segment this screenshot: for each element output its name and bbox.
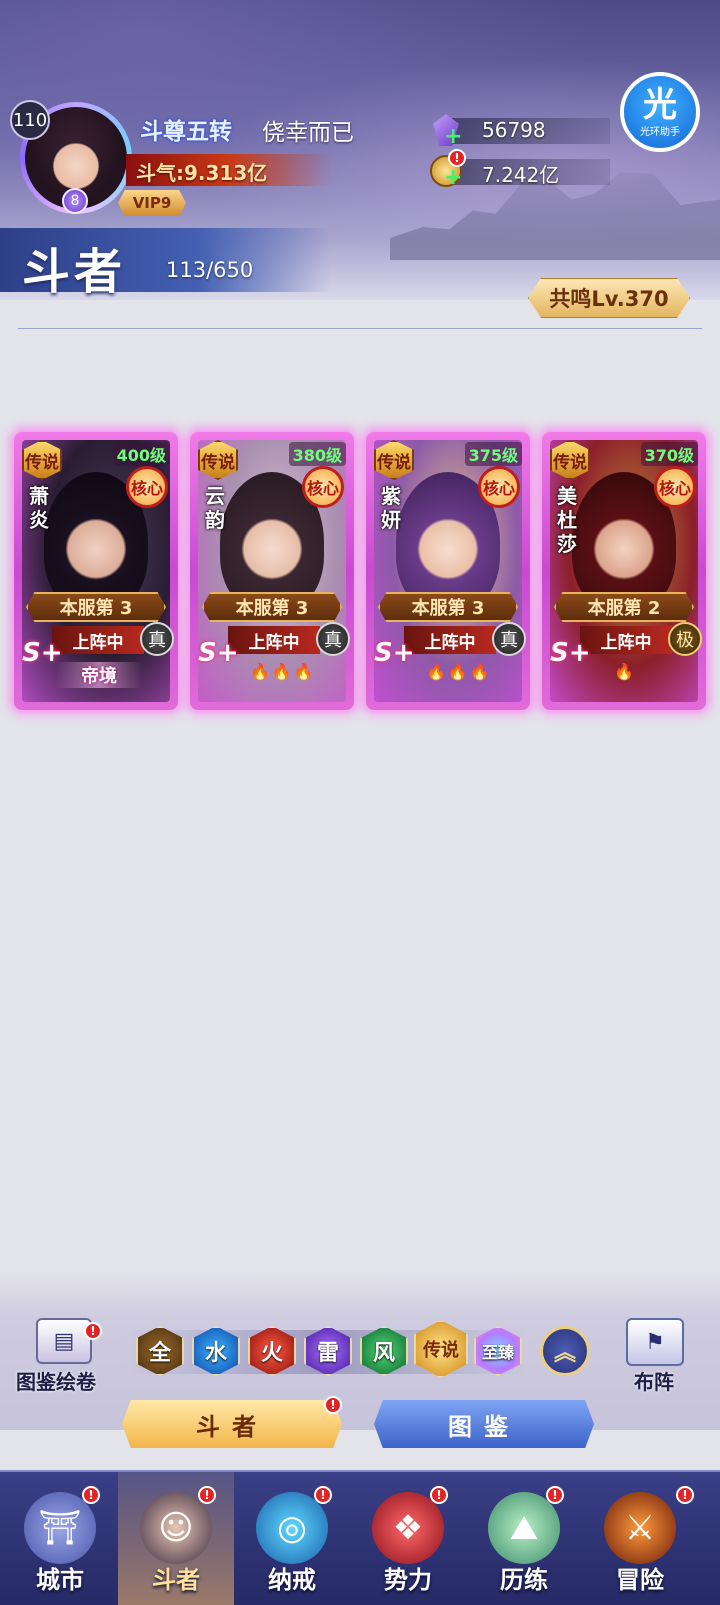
tier-label: S+ xyxy=(198,638,239,668)
formation-button[interactable]: ⚑ xyxy=(626,1318,684,1366)
crystal-resource[interactable]: + 56798 xyxy=(430,114,610,148)
core-badge: 核心 xyxy=(126,466,168,508)
fighter-level: 380级 xyxy=(288,442,346,466)
codex-scroll-label: 图鉴绘卷 xyxy=(16,1370,96,1394)
flag-icon: ⚑ xyxy=(645,1329,665,1355)
city-icon: ⛩ xyxy=(24,1492,96,1564)
page-title: 斗者 xyxy=(22,244,127,300)
fighter-name: 美杜莎 xyxy=(557,484,577,556)
grade-badge: 真 xyxy=(316,622,350,656)
alert-dot: ! xyxy=(430,1486,448,1504)
alert-dot: ! xyxy=(676,1486,694,1504)
helper-label: 光环助手 xyxy=(640,126,680,138)
vip-badge[interactable]: VIP9 xyxy=(118,190,186,216)
fighter-icon: ☺ xyxy=(140,1492,212,1564)
collapse-filter-button[interactable]: ︽ xyxy=(540,1326,590,1376)
fighter-count: 113/650 xyxy=(166,258,254,282)
codex-scroll-icon: ▤ xyxy=(53,1328,75,1354)
nav-label: 纳戒 xyxy=(268,1565,316,1594)
deployed-status: 上阵中 xyxy=(580,626,672,654)
fighter-card[interactable]: 传说 380级 核心 云韵 本服第 3 上阵中 真 S+ 🔥🔥🔥 xyxy=(190,432,354,710)
gold-resource[interactable]: + 7.242亿 ! xyxy=(430,149,610,189)
alert-dot: ! xyxy=(546,1486,564,1504)
flame-stars: 🔥🔥🔥 xyxy=(250,662,316,681)
resonance-button[interactable]: 共鸣Lv.370 xyxy=(528,278,690,318)
deployed-status: 上阵中 xyxy=(228,626,320,654)
server-rank: 本服第 2 xyxy=(554,592,694,622)
nav-label: 冒险 xyxy=(616,1565,664,1594)
server-rank: 本服第 3 xyxy=(202,592,342,622)
fighter-name: 云韵 xyxy=(205,484,225,532)
chevron-up-icon: ︽ xyxy=(553,1341,576,1366)
flame-stars: 🔥🔥🔥 xyxy=(426,662,492,681)
realm-label: 帝境 xyxy=(56,662,142,688)
formation-label: 布阵 xyxy=(634,1370,674,1394)
nav-faction[interactable]: ❖ ! 势力 xyxy=(350,1472,466,1605)
alert-dot: ! xyxy=(84,1322,102,1340)
tier-label: S+ xyxy=(374,638,415,668)
grade-badge: 真 xyxy=(492,622,526,656)
nav-city[interactable]: ⛩ ! 城市 xyxy=(2,1472,118,1605)
codex-scroll-button[interactable]: ▤ xyxy=(36,1318,92,1364)
core-badge: 核心 xyxy=(302,466,344,508)
fighter-level: 400级 xyxy=(112,442,170,466)
helper-icon: 光 xyxy=(643,84,677,125)
bottom-nav: ⛩ ! 城市 ☺ ! 斗者 ◎ ! 纳戒 ❖ ! 势力 ⛰ ! 历练 ⚔ ! 冒… xyxy=(0,1470,720,1605)
fighter-card-grid: 传说 400级 核心 萧炎 本服第 3 上阵中 真 S+ 帝境 传说 380级 … xyxy=(14,432,706,712)
add-gold-icon[interactable]: + xyxy=(444,167,462,189)
flame-stars: 🔥 xyxy=(614,662,636,681)
alert-dot: ! xyxy=(324,1396,342,1414)
server-rank: 本服第 3 xyxy=(378,592,518,622)
faction-icon: ❖ xyxy=(372,1492,444,1564)
adventure-icon: ⚔ xyxy=(604,1492,676,1564)
fighter-name: 萧炎 xyxy=(29,484,49,532)
ring-icon: ◎ xyxy=(256,1492,328,1564)
star-badge: 8 xyxy=(62,188,88,214)
alert-dot: ! xyxy=(82,1486,100,1504)
deployed-status: 上阵中 xyxy=(52,626,144,654)
tier-label: S+ xyxy=(550,638,591,668)
fighter-card[interactable]: 传说 370级 核心 美杜莎 本服第 2 上阵中 极 S+ 🔥 xyxy=(542,432,706,710)
nav-label: 斗者 xyxy=(152,1565,200,1594)
nav-label: 城市 xyxy=(36,1565,84,1594)
player-name: 侥幸而已 xyxy=(262,120,354,146)
core-badge: 核心 xyxy=(478,466,520,508)
divider xyxy=(18,328,702,329)
halo-helper-button[interactable]: 光 光环助手 xyxy=(620,72,700,152)
core-badge: 核心 xyxy=(654,466,696,508)
fighter-name: 紫妍 xyxy=(381,484,401,532)
nav-training[interactable]: ⛰ ! 历练 xyxy=(466,1472,582,1605)
deployed-status: 上阵中 xyxy=(404,626,496,654)
alert-dot: ! xyxy=(198,1486,216,1504)
nav-adventure[interactable]: ⚔ ! 冒险 xyxy=(582,1472,698,1605)
nav-fighters[interactable]: ☺ ! 斗者 xyxy=(118,1472,234,1605)
alert-dot: ! xyxy=(314,1486,332,1504)
grade-badge: 真 xyxy=(140,622,174,656)
fighter-card[interactable]: 传说 400级 核心 萧炎 本服第 3 上阵中 真 S+ 帝境 xyxy=(14,432,178,710)
training-icon: ⛰ xyxy=(488,1492,560,1564)
nav-label: 势力 xyxy=(384,1565,432,1594)
nav-ring[interactable]: ◎ ! 纳戒 xyxy=(234,1472,350,1605)
crystal-count: 56798 xyxy=(482,118,546,142)
gold-count: 7.242亿 xyxy=(482,163,560,187)
nav-label: 历练 xyxy=(500,1565,548,1594)
fighter-level: 370级 xyxy=(640,442,698,466)
server-rank: 本服第 3 xyxy=(26,592,166,622)
fighter-level: 375级 xyxy=(464,442,522,466)
add-crystal-icon[interactable]: + xyxy=(444,126,462,148)
player-rank-title: 斗尊五转 xyxy=(140,118,232,145)
alert-dot: ! xyxy=(448,149,466,167)
fighter-card[interactable]: 传说 375级 核心 紫妍 本服第 3 上阵中 真 S+ 🔥🔥🔥 xyxy=(366,432,530,710)
tab-fighters[interactable]: 斗者 xyxy=(122,1400,342,1448)
tab-codex[interactable]: 图鉴 xyxy=(374,1400,594,1448)
power-value: 斗气:9.313亿 xyxy=(136,161,268,185)
grade-badge: 极 xyxy=(668,622,702,656)
player-level-badge: 110 xyxy=(10,100,50,140)
